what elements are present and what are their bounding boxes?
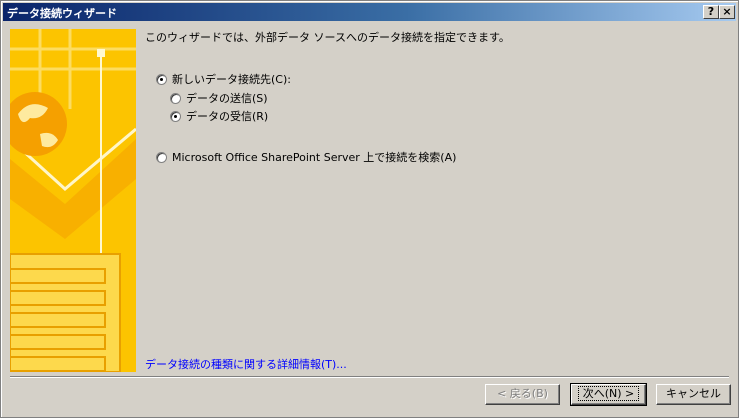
send-data-label[interactable]: データの送信(S): [186, 90, 268, 106]
radio-indicator[interactable]: [156, 73, 167, 85]
next-button-label: 次へ(N) >: [577, 386, 640, 401]
sharepoint-search-label[interactable]: Microsoft Office SharePoint Server 上で接続を…: [172, 149, 456, 165]
new-connection-radio[interactable]: 新しいデータ接続先(C):: [156, 71, 291, 87]
back-button[interactable]: < 戻る(B): [485, 384, 560, 405]
radio-indicator[interactable]: [156, 151, 167, 163]
radio-indicator[interactable]: [170, 92, 181, 104]
title-bar[interactable]: データ接続ウィザード ? ×: [3, 3, 736, 21]
dialog-window: データ接続ウィザード ? × このウィザードでは、外部データ ソースへのデータ接…: [0, 0, 739, 418]
wizard-banner-image: [10, 29, 136, 372]
new-connection-label[interactable]: 新しいデータ接続先(C):: [172, 71, 291, 87]
receive-data-label[interactable]: データの受信(R): [186, 108, 268, 124]
intro-text: このウィザードでは、外部データ ソースへのデータ接続を指定できます。: [145, 31, 510, 44]
next-button[interactable]: 次へ(N) >: [570, 383, 647, 406]
window-title: データ接続ウィザード: [7, 7, 117, 20]
send-data-radio[interactable]: データの送信(S): [170, 90, 268, 106]
help-button[interactable]: ?: [703, 5, 719, 19]
sharepoint-search-radio[interactable]: Microsoft Office SharePoint Server 上で接続を…: [156, 149, 456, 165]
close-button[interactable]: ×: [719, 5, 735, 19]
separator: [10, 376, 729, 378]
radio-indicator[interactable]: [170, 110, 181, 122]
cancel-button[interactable]: キャンセル: [656, 384, 731, 405]
help-link[interactable]: データ接続の種類に関する詳細情報(T)...: [145, 356, 347, 372]
receive-data-radio[interactable]: データの受信(R): [170, 108, 268, 124]
